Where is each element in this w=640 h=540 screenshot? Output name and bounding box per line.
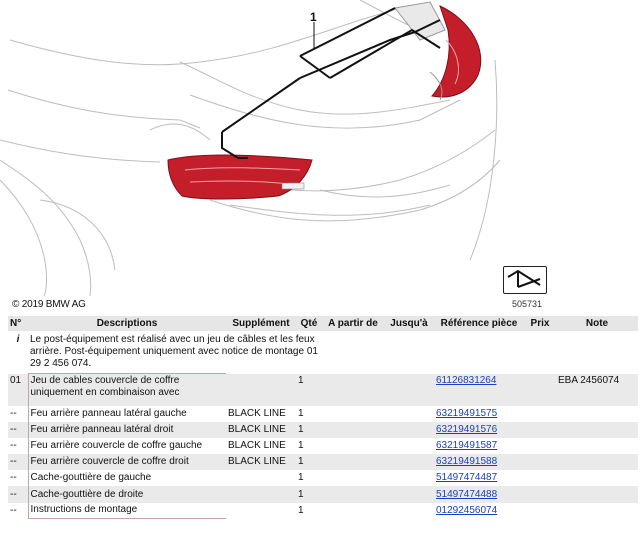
header-description: Descriptions — [28, 316, 226, 331]
row-description: Cache-gouttière de gauche — [27, 470, 226, 487]
header-price: Prix — [524, 316, 556, 331]
header-note: Note — [556, 316, 638, 331]
part-ref-link[interactable]: 61126831264 — [436, 375, 496, 386]
row-supplement: BLACK LINE — [228, 439, 286, 451]
part-ref-link[interactable]: 63219491576 — [436, 424, 497, 435]
row-qty: 1 — [298, 374, 304, 386]
part-ref-link[interactable]: 63219491588 — [436, 456, 497, 467]
row-supplement — [226, 486, 296, 502]
table-row: -- Instructions de montage 1 01292456074 — [8, 502, 638, 520]
row-no: -- — [10, 439, 17, 451]
row-qty: 1 — [298, 504, 304, 516]
row-no: 01 — [10, 374, 22, 386]
row-description: Feu arrière couvercle de coffre gauche — [27, 437, 226, 455]
header-no: N° — [8, 316, 28, 331]
info-row: i Le post-équipement est réalisé avec un… — [8, 331, 638, 374]
row-qty: 1 — [298, 407, 304, 419]
left-taillight — [167, 154, 313, 200]
part-ref-link[interactable]: 51497474488 — [436, 489, 497, 500]
row-qty: 1 — [298, 488, 304, 500]
part-ref-link[interactable]: 63219491587 — [436, 440, 497, 451]
copyright-label: © 2019 BMW AG — [12, 299, 86, 310]
row-supplement — [226, 374, 296, 406]
row-no: -- — [10, 488, 17, 500]
image-ref-number: 505731 — [512, 299, 543, 309]
row-description: Feu arrière couvercle de coffre droit — [27, 454, 226, 471]
header-supplement: Supplément — [226, 316, 296, 331]
cable-harness — [221, 7, 441, 159]
table-header-row: N° Descriptions Supplément Qté A partir … — [8, 316, 638, 331]
info-icon: i — [16, 334, 20, 345]
part-ref-link[interactable]: 51497474487 — [436, 472, 497, 483]
callout-number: 1 — [310, 10, 317, 24]
info-text: Le post-équipement est réalisé avec un j… — [30, 334, 318, 369]
row-supplement: BLACK LINE — [228, 407, 286, 419]
part-ref-link[interactable]: 63219491575 — [436, 408, 497, 419]
row-no: -- — [10, 504, 17, 516]
header-part-ref: Référence pièce — [434, 316, 524, 331]
row-qty: 1 — [298, 472, 304, 484]
row-qty: 1 — [298, 456, 304, 468]
header-qty: Qté — [296, 316, 322, 331]
row-no: -- — [10, 407, 17, 419]
row-qty: 1 — [298, 423, 304, 435]
parts-table: N° Descriptions Supplément Qté A partir … — [8, 316, 638, 520]
table-row: -- Cache-gouttière de droite 1 514974744… — [8, 486, 638, 503]
row-description: Instructions de montage — [27, 502, 226, 520]
header-from: A partir de — [322, 316, 384, 331]
row-supplement: BLACK LINE — [228, 456, 286, 468]
row-qty: 1 — [298, 439, 304, 451]
row-supplement — [226, 470, 296, 486]
part-ref-link[interactable]: 01292456074 — [436, 505, 497, 516]
row-description: Feu arrière panneau latéral droit — [27, 421, 226, 438]
row-supplement: BLACK LINE — [228, 423, 286, 435]
row-no: -- — [10, 423, 17, 435]
table-row: -- Cache-gouttière de gauche 1 514974744… — [8, 470, 638, 487]
row-description: Jeu de cables couvercle de coffre unique… — [27, 373, 226, 406]
table-row: -- Feu arrière couvercle de coffre gauch… — [8, 437, 638, 455]
row-supplement — [226, 503, 296, 519]
table-row: -- Feu arrière couvercle de coffre droit… — [8, 454, 638, 471]
table-row: -- Feu arrière panneau latéral droit BLA… — [8, 421, 638, 438]
row-description: Feu arrière panneau latéral gauche — [27, 405, 226, 422]
row-note: EBA 2456074 — [558, 374, 620, 386]
row-description: Cache-gouttière de droite — [27, 486, 226, 503]
image-ref-icon — [503, 266, 547, 294]
table-row: -- Feu arrière panneau latéral gauche BL… — [8, 405, 638, 422]
header-to: Jusqu'à — [384, 316, 434, 331]
row-no: -- — [10, 456, 17, 468]
row-no: -- — [10, 472, 17, 484]
table-row: 01 Jeu de cables couvercle de coffre uni… — [8, 373, 638, 406]
